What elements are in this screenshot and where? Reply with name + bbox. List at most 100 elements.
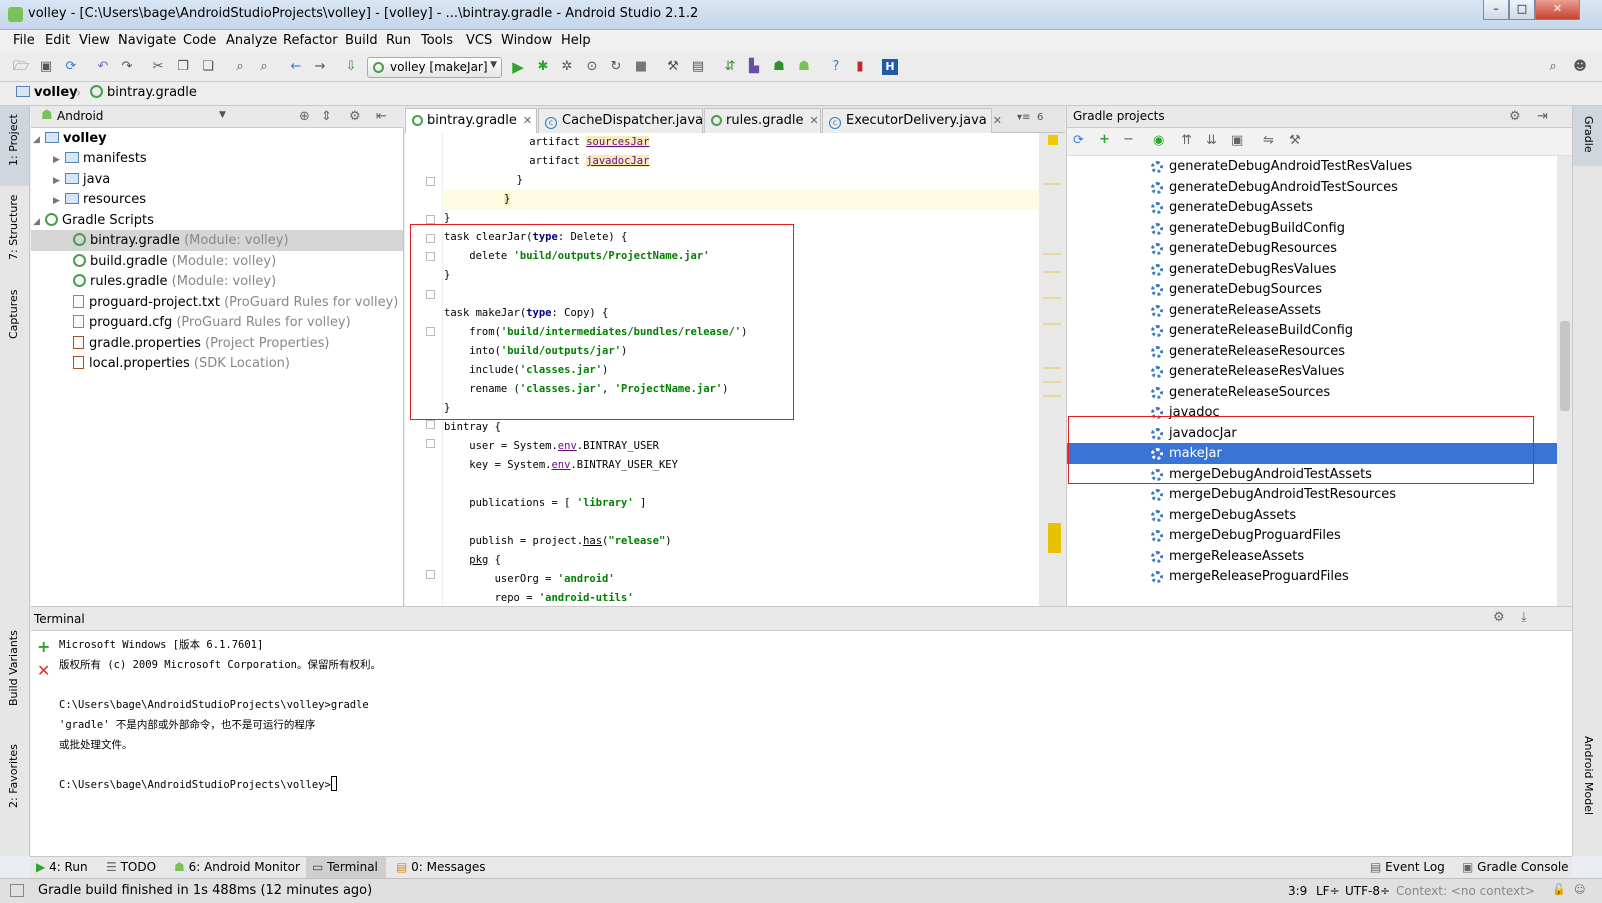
undo-icon[interactable]: ↶ <box>95 59 111 75</box>
lock-icon[interactable]: 🔓 <box>1552 883 1566 896</box>
tree-item-gradle-scripts[interactable]: ◢ Gradle Scripts <box>31 210 403 231</box>
fold-marker-icon[interactable] <box>426 420 435 429</box>
gradle-task-item[interactable]: mergeDebugProguardFiles <box>1067 525 1557 546</box>
file-encoding[interactable]: UTF-8÷ <box>1345 884 1390 898</box>
redo-icon[interactable]: ↷ <box>119 59 135 75</box>
menu-tools[interactable]: Tools <box>421 33 453 48</box>
remove-icon[interactable]: − <box>1123 132 1134 147</box>
gradle-task-item[interactable]: generateReleaseAssets <box>1067 300 1557 321</box>
debug-icon[interactable]: ✱ <box>535 59 551 75</box>
tree-item-local-properties[interactable]: local.properties (SDK Location) <box>31 353 403 374</box>
fold-marker-icon[interactable] <box>426 215 435 224</box>
gear-icon[interactable]: ⚙ <box>1509 109 1521 124</box>
hide-panel-icon[interactable]: ⇥ <box>1537 109 1548 124</box>
close-icon[interactable]: ✕ <box>523 114 532 127</box>
tab-overflow-icon[interactable]: ▾≡ <box>1017 112 1030 123</box>
messages-tool-tab[interactable]: ▤ 0: Messages <box>396 860 486 874</box>
tree-item-build-gradle[interactable]: build.gradle (Module: volley) <box>31 251 403 272</box>
tab-rules-gradle[interactable]: rules.gradle ✕ <box>704 108 821 133</box>
tab-bintray-gradle[interactable]: bintray.gradle ✕ <box>405 108 537 133</box>
menu-help[interactable]: Help <box>561 33 591 48</box>
close-icon[interactable]: ✕ <box>810 114 819 127</box>
search-everywhere-icon[interactable]: ⌕ <box>1545 59 1561 75</box>
collapse-icon[interactable]: ⇕ <box>321 109 332 124</box>
gradle-task-item[interactable]: mergeDebugAssets <box>1067 505 1557 526</box>
menu-build[interactable]: Build <box>345 33 378 48</box>
close-icon[interactable]: ✕ <box>993 114 1002 127</box>
report-icon[interactable]: ▮ <box>852 59 868 75</box>
execute-task-icon[interactable]: ◉ <box>1153 133 1164 148</box>
project-structure-icon[interactable]: ⚒ <box>665 59 681 75</box>
structure-tool-tab[interactable]: 7: Structure <box>0 195 29 278</box>
android-monitor-tool-tab[interactable]: ☗ 6: Android Monitor <box>174 860 300 874</box>
breadcrumb-project[interactable]: volley <box>12 85 78 103</box>
terminal-output[interactable]: Microsoft Windows [版本 6.1.7601] 版权所有 (c)… <box>59 635 1559 815</box>
tree-item-rules-gradle[interactable]: rules.gradle (Module: volley) <box>31 271 403 292</box>
scrollbar-thumb[interactable] <box>1560 321 1570 411</box>
terminal-tool-tab[interactable]: ▭ Terminal <box>306 857 386 878</box>
event-log-tool-tab[interactable]: ▤ Event Log <box>1370 860 1445 874</box>
close-session-icon[interactable]: ✕ <box>37 661 50 680</box>
todo-tool-tab[interactable]: ☰ TODO <box>106 860 156 874</box>
run-tool-tab[interactable]: ▶ 4: Run <box>36 860 88 874</box>
gear-icon[interactable]: ⚙ <box>349 109 361 124</box>
attach-project-icon[interactable]: ▣ <box>1231 133 1243 148</box>
make-project-icon[interactable]: ⇩ <box>343 59 359 75</box>
toggle-tool-windows-icon[interactable] <box>10 884 24 897</box>
tab-executordelivery[interactable]: c ExecutorDelivery.java ✕ <box>822 108 1002 133</box>
gradle-task-item[interactable]: generateDebugAndroidTestSources <box>1067 177 1557 198</box>
tree-item-proguard-project[interactable]: proguard-project.txt (ProGuard Rules for… <box>31 292 403 313</box>
tree-item-proguard-cfg[interactable]: proguard.cfg (ProGuard Rules for volley) <box>31 312 403 333</box>
tree-item-manifests[interactable]: ▶ manifests <box>31 148 403 169</box>
line-separator[interactable]: LF÷ <box>1316 884 1340 898</box>
gradle-task-item[interactable]: generateDebugResources <box>1067 238 1557 259</box>
menu-file[interactable]: File <box>13 33 35 48</box>
project-view-select[interactable]: Android <box>57 109 103 123</box>
gear-icon[interactable]: ⚙ <box>1493 610 1505 625</box>
gradle-task-item[interactable]: generateReleaseSources <box>1067 382 1557 403</box>
run-icon[interactable]: ▶ <box>510 59 526 75</box>
collapse-all-icon[interactable]: ⇊ <box>1206 133 1217 148</box>
gradle-task-item[interactable]: generateReleaseResValues <box>1067 361 1557 382</box>
save-icon[interactable]: ▣ <box>38 59 54 75</box>
hide-panel-icon[interactable]: ⇤ <box>376 109 387 124</box>
help-icon[interactable]: ? <box>828 59 844 75</box>
back-icon[interactable]: ← <box>288 59 304 75</box>
attach-debugger-icon[interactable]: ✲ <box>559 59 575 75</box>
tree-item-java[interactable]: ▶ java <box>31 169 403 190</box>
stop-icon[interactable]: ■ <box>633 59 649 75</box>
minimize-button[interactable]: – <box>1483 0 1509 20</box>
close-button[interactable]: ✕ <box>1535 0 1580 20</box>
chevron-down-icon[interactable]: ▼ <box>219 110 226 120</box>
fold-marker-icon[interactable] <box>426 570 435 579</box>
menu-view[interactable]: View <box>79 33 110 48</box>
tree-item-resources[interactable]: ▶ resources <box>31 189 403 210</box>
menu-code[interactable]: Code <box>183 33 216 48</box>
project-tool-tab[interactable]: 1: Project <box>0 106 29 186</box>
menu-analyze[interactable]: Analyze <box>226 33 277 48</box>
tree-item-volley[interactable]: ◢ volley <box>31 128 403 149</box>
tree-item-bintray-gradle[interactable]: bintray.gradle (Module: volley) <box>31 230 403 251</box>
menu-navigate[interactable]: Navigate <box>118 33 176 48</box>
caret-position[interactable]: 3:9 <box>1288 884 1307 898</box>
gradle-task-item[interactable]: generateDebugSources <box>1067 279 1557 300</box>
new-session-icon[interactable]: + <box>37 637 50 656</box>
expand-all-icon[interactable]: ⇈ <box>1181 133 1192 148</box>
fold-marker-icon[interactable] <box>426 439 435 448</box>
hierarchy-viewer-icon[interactable]: H <box>882 59 898 75</box>
gradle-task-item[interactable]: generateReleaseBuildConfig <box>1067 320 1557 341</box>
hide-panel-icon[interactable]: ⤓ <box>1521 610 1527 625</box>
menu-run[interactable]: Run <box>386 33 411 48</box>
menu-refactor[interactable]: Refactor <box>283 33 338 48</box>
sync-gradle-icon[interactable]: ⇵ <box>722 59 738 75</box>
gradle-task-item[interactable]: generateDebugAndroidTestResValues <box>1067 156 1557 177</box>
status-message[interactable]: Gradle build finished in 1s 488ms (12 mi… <box>38 883 372 898</box>
fold-marker-icon[interactable] <box>426 177 435 186</box>
gradle-tool-tab[interactable]: Gradle <box>1573 106 1602 166</box>
maximize-button[interactable]: □ <box>1509 0 1535 20</box>
replace-icon[interactable]: ⌕ <box>256 59 272 75</box>
menu-window[interactable]: Window <box>501 33 552 48</box>
forward-icon[interactable]: → <box>312 59 328 75</box>
gradle-task-item[interactable]: generateDebugBuildConfig <box>1067 218 1557 239</box>
sdk-manager-icon[interactable]: ▤ <box>690 59 706 75</box>
